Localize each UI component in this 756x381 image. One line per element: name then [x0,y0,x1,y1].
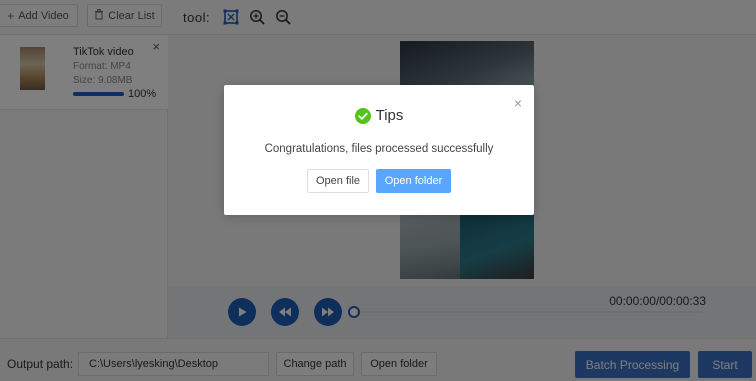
dialog-title: Tips [375,107,404,124]
dialog-title-row: Tips [224,107,534,124]
app-window: + Add Video Clear List tool: [0,0,756,381]
open-folder-button[interactable]: Open folder [376,169,451,193]
tips-dialog: × Tips Congratulations, files processed … [224,85,534,215]
success-check-icon [354,107,371,124]
dialog-message: Congratulations, files processed success… [264,143,494,155]
open-file-button[interactable]: Open file [307,169,369,193]
